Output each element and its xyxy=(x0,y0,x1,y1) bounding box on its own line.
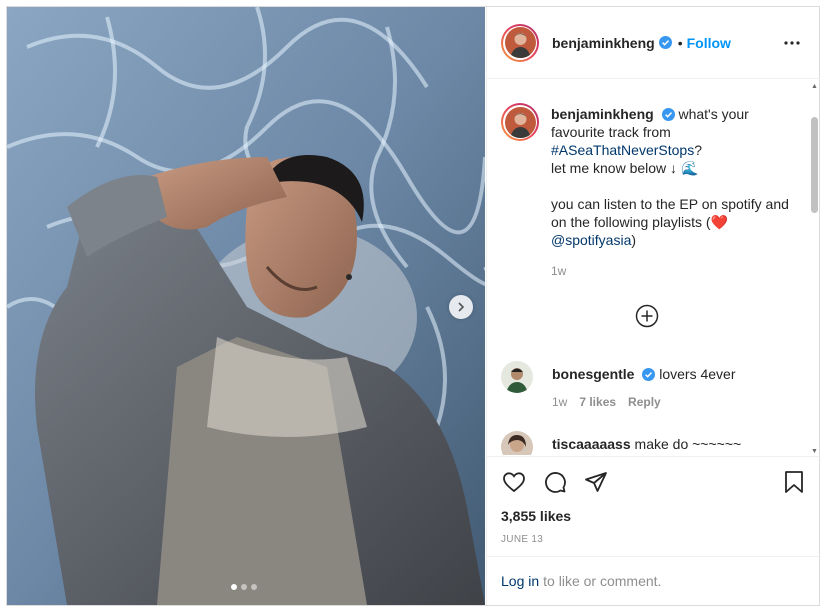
comment-avatar[interactable] xyxy=(501,361,533,393)
comment-time[interactable]: 1w xyxy=(552,395,567,409)
likes-count[interactable]: 3,855 likes xyxy=(501,508,571,524)
share-button[interactable] xyxy=(583,469,609,495)
comment-body: tiscaaaaass make do ~~~~~~ xyxy=(552,435,802,453)
scroll-down-arrow-icon[interactable]: ▼ xyxy=(811,448,818,455)
caption-avatar xyxy=(504,106,536,138)
more-options-button[interactable] xyxy=(782,33,802,53)
login-link[interactable]: Log in xyxy=(501,573,539,589)
comment-username[interactable]: bonesgentle xyxy=(552,366,634,382)
comment-username[interactable]: tiscaaaaass xyxy=(552,436,631,452)
caption-line: ) xyxy=(631,232,637,248)
next-slide-button[interactable] xyxy=(449,295,473,319)
caption-line: let me know below ↓ 🌊 xyxy=(551,160,699,176)
heart-icon xyxy=(503,472,525,493)
carousel-dot xyxy=(241,584,247,590)
login-text: to like or comment. xyxy=(543,573,662,589)
story-ring[interactable] xyxy=(501,23,539,62)
load-more-comments-icon[interactable] xyxy=(635,304,659,328)
save-button[interactable] xyxy=(781,469,807,495)
header-username[interactable]: benjaminkheng xyxy=(552,35,655,51)
avatar xyxy=(504,27,536,58)
separator-dot: • xyxy=(677,34,683,51)
comment-text: make do ~~~~~~ xyxy=(634,436,742,452)
post-side-panel: benjaminkheng • Follow benjaminkheng wha… xyxy=(486,7,821,605)
bookmark-icon xyxy=(785,471,803,493)
comments-scrollbar[interactable]: ▲ ▼ xyxy=(811,83,818,455)
like-button[interactable] xyxy=(501,469,527,495)
instagram-post: benjaminkheng • Follow benjaminkheng wha… xyxy=(6,6,821,606)
comment-meta: 1w 7 likes Reply xyxy=(552,395,661,409)
post-date[interactable]: JUNE 13 xyxy=(501,534,543,545)
scroll-thumb[interactable] xyxy=(811,117,818,213)
caption-line: you can listen to the EP on spotify and … xyxy=(551,196,789,230)
action-icons xyxy=(501,469,609,495)
carousel-indicator xyxy=(231,584,257,590)
comment-bubble-icon xyxy=(545,472,566,493)
comment-likes[interactable]: 7 likes xyxy=(579,395,616,409)
mention-link[interactable]: @spotifyasia xyxy=(551,232,631,248)
hashtag-link[interactable]: #ASeaThatNeverStops xyxy=(551,142,694,158)
caption-line: ? xyxy=(694,142,702,158)
portrait-image xyxy=(7,7,485,605)
carousel-dot xyxy=(251,584,257,590)
caption-time[interactable]: 1w xyxy=(551,264,566,278)
post-header: benjaminkheng • Follow xyxy=(487,7,820,79)
reply-button[interactable]: Reply xyxy=(628,395,661,409)
login-prompt: Log in to like or comment. xyxy=(487,556,821,605)
verified-badge-icon xyxy=(661,108,675,121)
post-actions: 3,855 likes JUNE 13 xyxy=(487,456,821,556)
carousel-dot-active xyxy=(231,584,237,590)
comment-avatar[interactable] xyxy=(501,431,533,455)
verified-badge-icon xyxy=(642,368,656,381)
scroll-up-arrow-icon[interactable]: ▲ xyxy=(811,83,818,90)
post-photo[interactable] xyxy=(7,7,485,605)
verified-badge-icon xyxy=(658,36,672,49)
comments-section[interactable]: benjaminkheng what's your favourite trac… xyxy=(487,79,821,455)
comment-body: bonesgentle lovers 4ever xyxy=(552,365,802,383)
heart-emoji: ❤️ xyxy=(710,214,728,230)
comment-button[interactable] xyxy=(542,469,568,495)
caption-story-ring[interactable] xyxy=(501,103,539,141)
follow-button[interactable]: Follow xyxy=(687,35,731,51)
comment-text: lovers 4ever xyxy=(659,366,736,382)
paper-plane-icon xyxy=(585,472,607,492)
caption-username[interactable]: benjaminkheng xyxy=(551,106,654,122)
chevron-right-icon xyxy=(458,302,465,312)
more-horizontal-icon xyxy=(784,41,800,45)
caption-text: benjaminkheng what's your favourite trac… xyxy=(551,105,791,280)
